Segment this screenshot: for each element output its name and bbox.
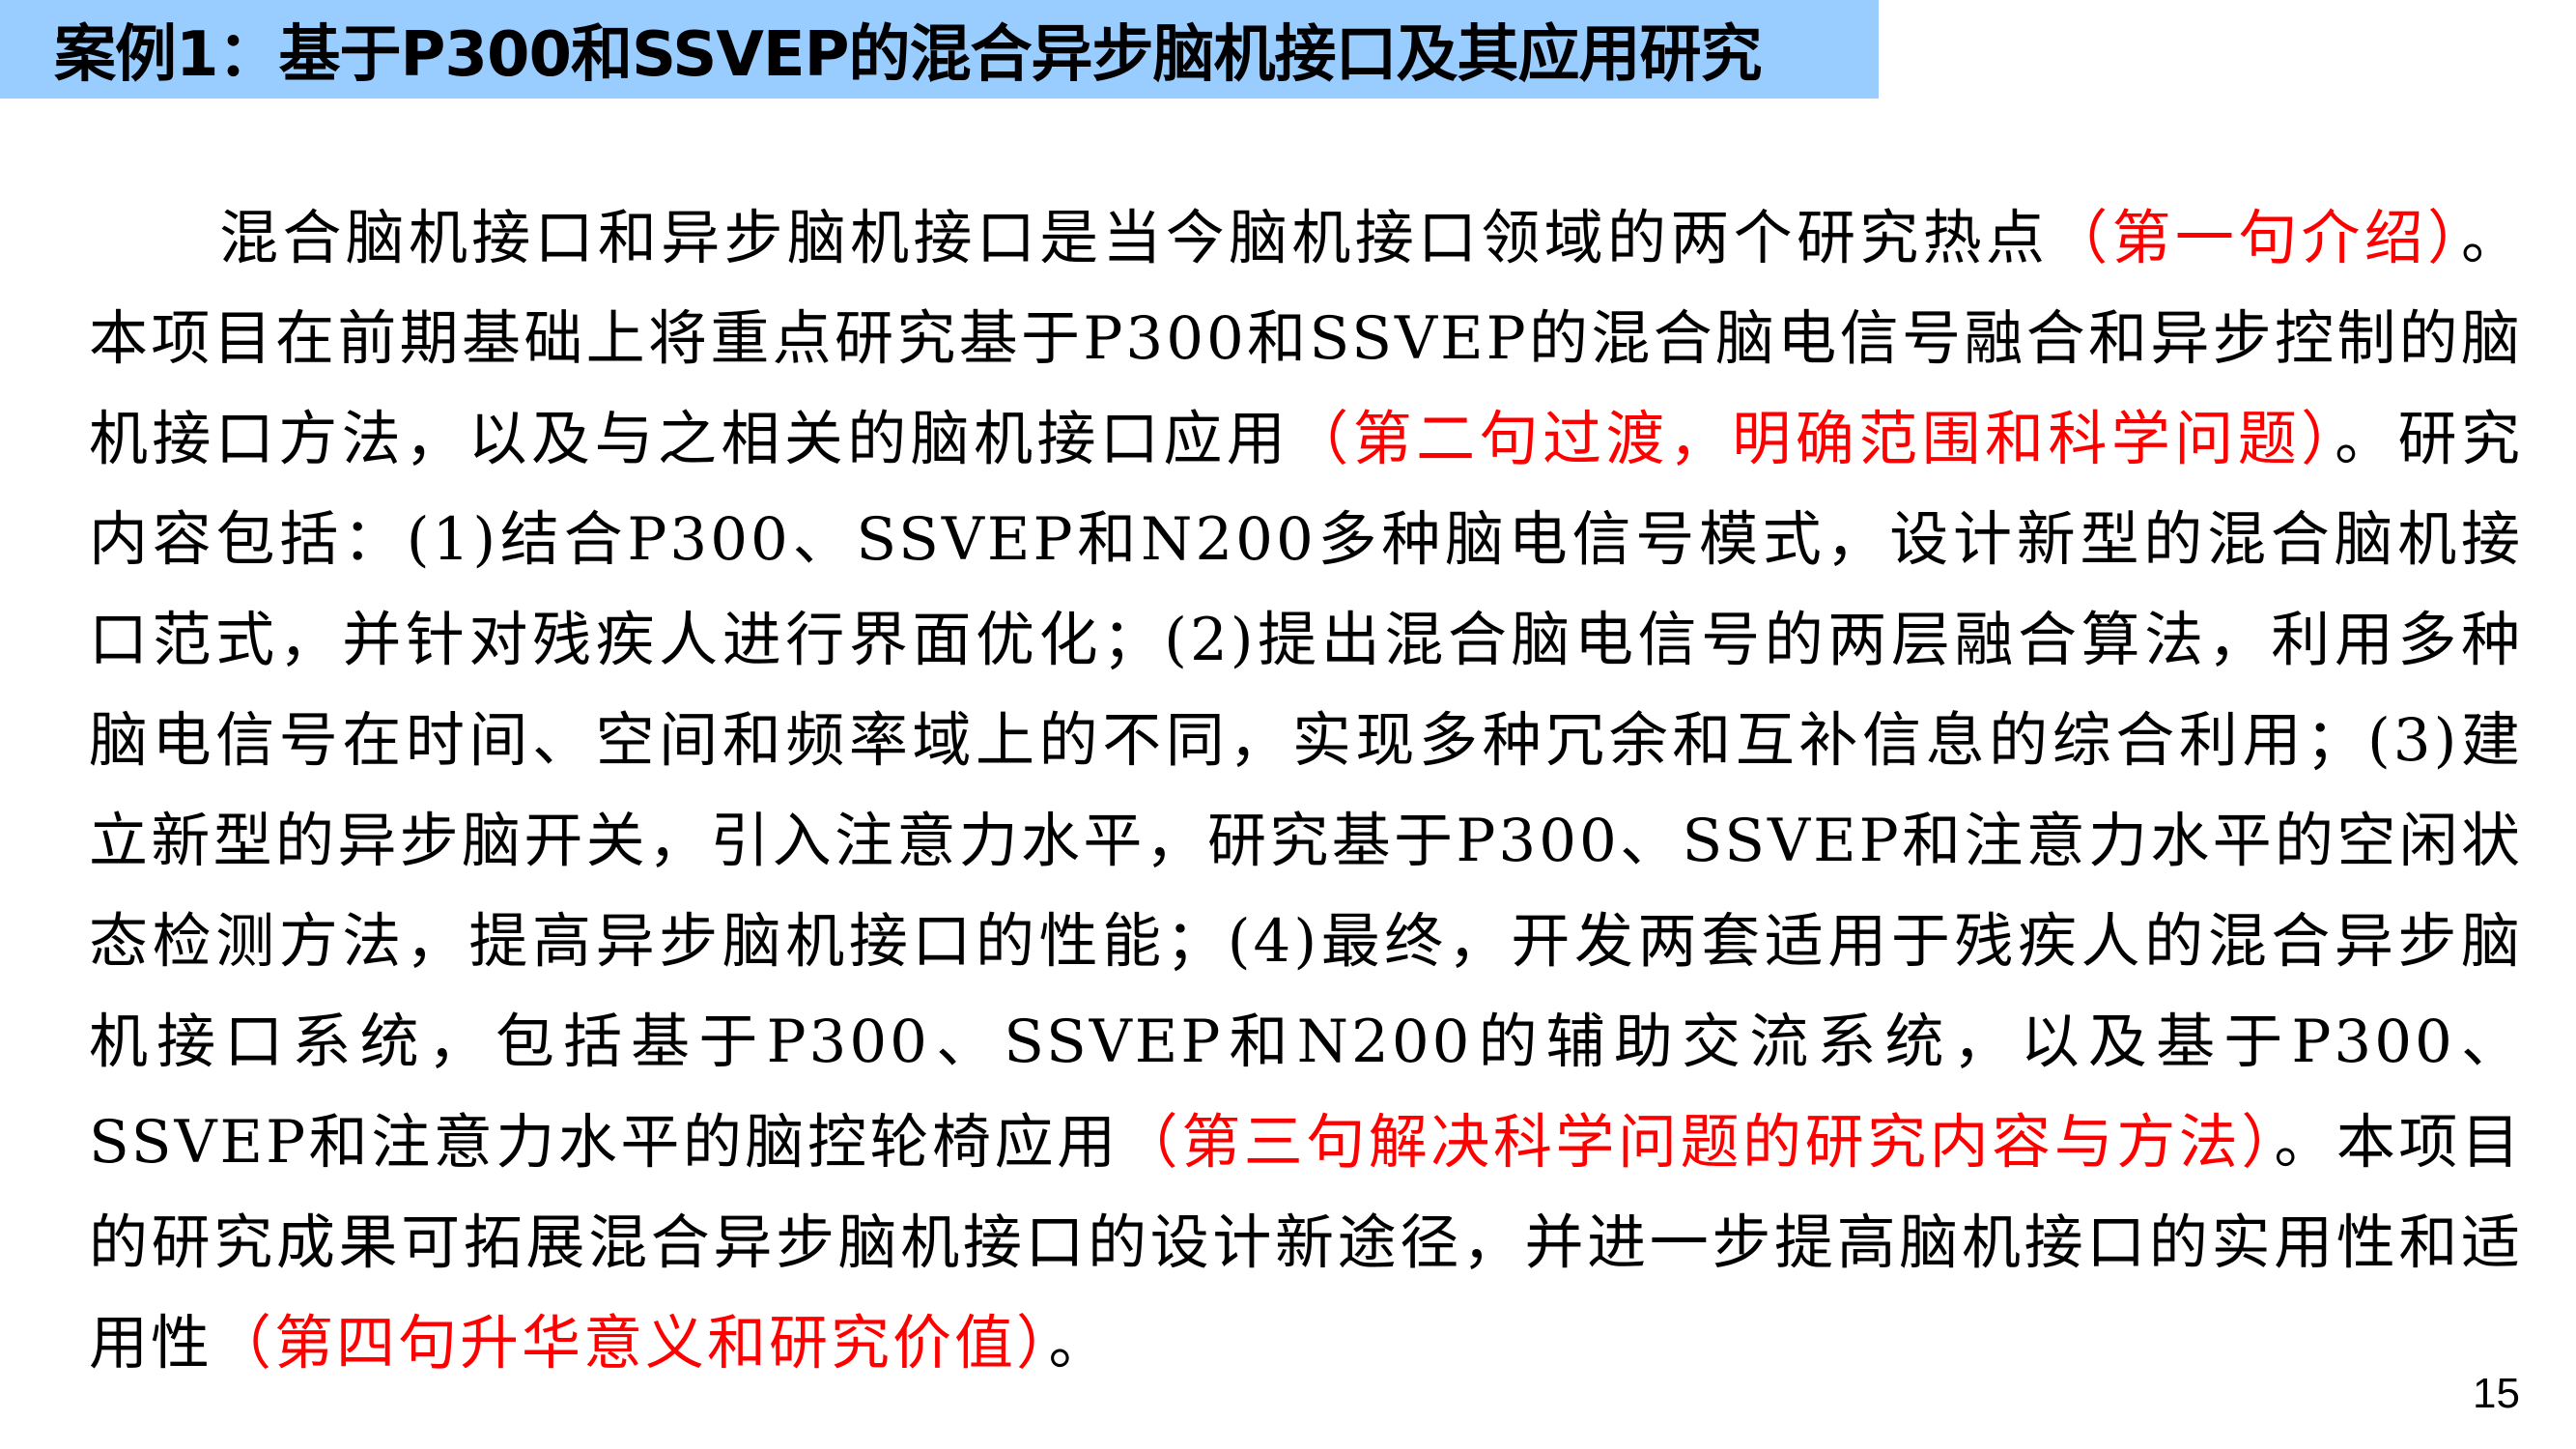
paragraph-text: 。研究内容包括：(1)结合P300、SSVEP和N200多种脑电信号模式，设计新… [89,405,2523,1177]
slide-title: 案例1：基于P300和SSVEP的混合异步脑机接口及其应用研究 [54,19,1762,91]
annotation-note: （第三句解决科学问题的研究内容与方法） [1118,1108,2275,1177]
paragraph-text: 。 [1048,1309,1111,1378]
body-paragraph: 混合脑机接口和异步脑机接口是当今脑机接口领域的两个研究热点（第一句介绍）。本项目… [89,188,2523,1394]
annotation-note: （第一句介绍） [2049,204,2461,272]
page-number: 15 [2473,1370,2520,1417]
annotation-note: （第二句过渡，明确范围和科学问题） [1289,405,2335,473]
paragraph-text: 混合脑机接口和异步脑机接口是当今脑机接口领域的两个研究热点 [219,204,2050,272]
title-bar: 案例1：基于P300和SSVEP的混合异步脑机接口及其应用研究 [0,0,1879,99]
annotation-note: （第四句升华意义和研究价值） [212,1309,1049,1378]
